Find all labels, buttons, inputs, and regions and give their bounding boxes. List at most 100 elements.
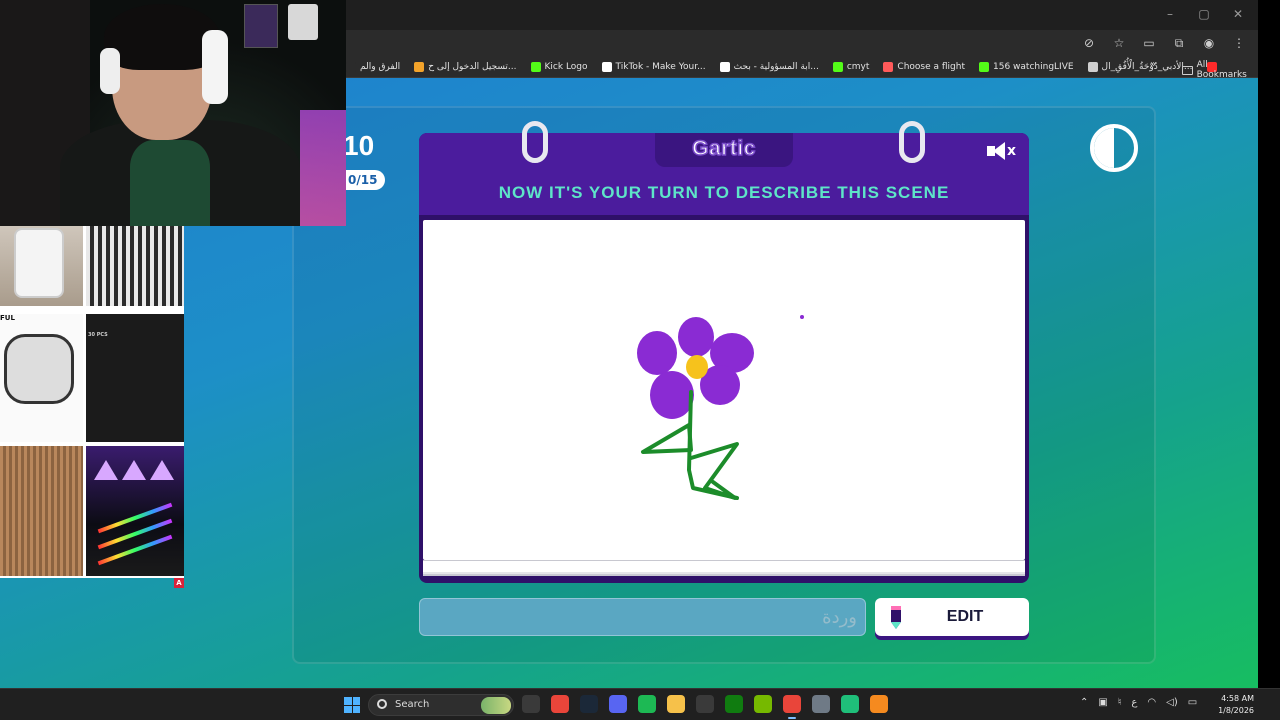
- bookmark-item[interactable]: الأدبي_دُوْحَةُ_الْأُفُقِ_ال...: [1087, 62, 1193, 72]
- orange-app-icon[interactable]: [870, 695, 888, 713]
- bookmarks-overflow-button[interactable]: »: [1150, 59, 1156, 70]
- kick-icon: [530, 62, 541, 72]
- microphone-icon[interactable]: ♮: [1118, 697, 1122, 708]
- globe-icon: [1087, 62, 1098, 72]
- window-controls: – ▢ ✕: [1156, 4, 1252, 24]
- green-app-icon[interactable]: [841, 695, 859, 713]
- camera-app-icon[interactable]: [522, 695, 540, 713]
- bookmark-icon: [346, 62, 356, 72]
- chrome-app-icon[interactable]: [551, 695, 569, 713]
- bookmark-label: 156 watchingLIVE: [993, 62, 1074, 72]
- headphones-icon: [100, 48, 120, 94]
- language-indicator[interactable]: ع: [1131, 697, 1137, 708]
- speaker-muted-icon[interactable]: x: [987, 142, 1019, 165]
- stem-stroke: [641, 423, 693, 454]
- player-score: 10: [343, 130, 375, 161]
- drawing-canvas: [423, 220, 1025, 560]
- taskbar-search[interactable]: Search: [368, 694, 514, 716]
- ad-tile-wood-panels[interactable]: [0, 446, 83, 576]
- ad-badge[interactable]: A: [174, 578, 184, 588]
- ad-tile-text: 30 PCS: [88, 332, 108, 338]
- explorer-app-icon[interactable]: [667, 695, 685, 713]
- ad-tile-foam-panels[interactable]: 30 PCS: [86, 314, 184, 442]
- search-highlight-icon: [481, 697, 511, 714]
- kebab-menu-icon[interactable]: ⋮: [1230, 34, 1248, 52]
- bookmark-label: cmyt: [846, 62, 870, 72]
- clock[interactable]: 4:58 AM 1/8/2026: [1206, 693, 1254, 717]
- bookmark-item[interactable]: ابة المسؤولية - بحث...: [719, 62, 819, 72]
- flower-center: [686, 355, 708, 379]
- chevron-up-icon[interactable]: ⌃: [1080, 697, 1088, 708]
- store-app-icon[interactable]: [696, 695, 714, 713]
- flower-petal: [637, 331, 677, 375]
- flower-drawing: [637, 315, 804, 500]
- taskbar-apps: [522, 695, 888, 719]
- bookmark-item[interactable]: تسجيل الدخول إلى ح...: [414, 62, 517, 72]
- contrast-toggle-icon[interactable]: [1090, 124, 1138, 172]
- nvidia-app-icon[interactable]: [754, 695, 772, 713]
- card-header: Gartic x NOW IT'S YOUR TURN TO DESCRIBE …: [419, 133, 1029, 215]
- ad-tile-chair[interactable]: [0, 226, 83, 306]
- all-bookmarks-label: All Bookmarks: [1196, 60, 1247, 80]
- discord-app-icon[interactable]: [609, 695, 627, 713]
- settings-app-icon[interactable]: [812, 695, 830, 713]
- flower-petal: [678, 317, 714, 357]
- webcam-overlay: [0, 0, 346, 226]
- ad-tile-softbox[interactable]: FUL: [0, 314, 83, 442]
- close-window-button[interactable]: ✕: [1224, 4, 1252, 24]
- bookmark-label: Choose a flight: [897, 62, 966, 72]
- ad-tile-led-lights[interactable]: [86, 446, 184, 576]
- bookmark-label: ابة المسؤولية - بحث...: [733, 62, 819, 72]
- eye-off-icon[interactable]: ⊘: [1080, 34, 1098, 52]
- bookmark-label: تسجيل الدخول إلى ح...: [428, 62, 517, 72]
- wifi-icon[interactable]: ◠: [1147, 697, 1156, 708]
- clock-date: 1/8/2026: [1218, 706, 1254, 715]
- kick-icon: [832, 62, 843, 72]
- answer-input[interactable]: [419, 598, 866, 636]
- bookmark-item[interactable]: TikTok - Make Your...: [601, 62, 706, 72]
- address-bar-actions: ⊘ ☆ ▭ ⧉ ◉ ⋮: [1080, 34, 1248, 52]
- edit-label: EDIT: [946, 608, 984, 625]
- extensions-icon[interactable]: ⧉: [1170, 34, 1188, 52]
- bookmark-list: الفرق والم تسجيل الدخول إلى ح... Kick Logo…: [346, 59, 1221, 75]
- steam-app-icon[interactable]: [580, 695, 598, 713]
- bookmark-label: Kick Logo: [544, 62, 588, 72]
- edit-button[interactable]: EDIT: [875, 598, 1029, 636]
- describe-card: Gartic x NOW IT'S YOUR TURN TO DESCRIBE …: [419, 121, 1029, 583]
- stray-dot: [800, 315, 804, 319]
- minimize-button[interactable]: –: [1156, 4, 1184, 24]
- maximize-button[interactable]: ▢: [1190, 4, 1218, 24]
- bookmark-item[interactable]: Choose a flight: [883, 62, 965, 72]
- notebook-page-stack: [423, 560, 1025, 572]
- bookmark-item[interactable]: الفرق والم: [346, 62, 400, 72]
- volume-icon[interactable]: ◁): [1166, 697, 1178, 708]
- profile-icon[interactable]: ◉: [1200, 34, 1218, 52]
- tiktok-icon: [601, 62, 612, 72]
- taskbar: Search ⌃ ▣ ♮ ع ◠ ◁) ▭ 4:58 AM 1/8/2026: [0, 688, 1280, 720]
- flower-petal: [650, 371, 694, 419]
- ad-tile-text: FUL: [0, 314, 15, 322]
- chrome-active-app-icon[interactable]: [783, 695, 801, 719]
- tray-app-icon[interactable]: ▣: [1098, 697, 1107, 708]
- bookmark-item[interactable]: Kick Logo: [530, 62, 588, 72]
- xbox-app-icon[interactable]: [725, 695, 743, 713]
- windows-start-icon[interactable]: [344, 697, 360, 713]
- ad-tile-shelves[interactable]: [86, 226, 184, 306]
- bookmark-item[interactable]: cmyt: [832, 62, 870, 72]
- bookmark-label: الأدبي_دُوْحَةُ_الْأُفُقِ_ال...: [1101, 62, 1193, 72]
- screen: – ▢ ✕ ⊘ ☆ ▭ ⧉ ◉ ⋮ الفرق والم تسجيل الدخول…: [0, 0, 1280, 720]
- turn-prompt: NOW IT'S YOUR TURN TO DESCRIBE THIS SCEN…: [498, 183, 950, 202]
- tab-search-icon[interactable]: ▭: [1140, 34, 1158, 52]
- pencil-icon: [891, 606, 901, 629]
- all-bookmarks-button[interactable]: All Bookmarks: [1182, 60, 1258, 80]
- clock-time: 4:58 AM: [1221, 694, 1254, 703]
- star-icon[interactable]: ☆: [1110, 34, 1128, 52]
- battery-icon[interactable]: ▭: [1188, 697, 1197, 708]
- bookmark-item[interactable]: 156 watchingLIVE: [979, 62, 1074, 72]
- spotify-app-icon[interactable]: [638, 695, 656, 713]
- search-label: Search: [395, 699, 430, 710]
- plane-icon: [883, 62, 894, 72]
- system-tray: ⌃ ▣ ♮ ع ◠ ◁) ▭: [1080, 697, 1197, 708]
- gartic-logo: Gartic: [691, 136, 756, 161]
- folder-icon: [1182, 65, 1193, 75]
